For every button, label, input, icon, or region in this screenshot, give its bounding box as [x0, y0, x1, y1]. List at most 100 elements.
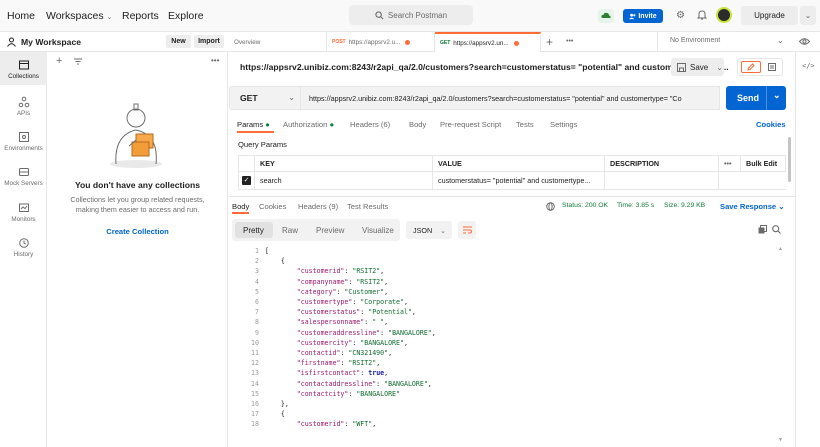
json-key: "category"	[296, 287, 337, 296]
tab-pre-request-script[interactable]: Pre-request Script	[440, 120, 501, 129]
upgrade-button[interactable]: Upgrade	[741, 6, 798, 25]
params-scrollbar[interactable]	[788, 137, 791, 182]
save-button[interactable]: Save ⌄	[671, 58, 724, 76]
monitors-icon	[18, 203, 29, 212]
more-options-icon[interactable]: •••	[211, 56, 219, 65]
line-number: 1	[255, 247, 259, 255]
param-value[interactable]: customerstatus= "potential" and customer…	[433, 172, 605, 190]
tab-post-request[interactable]: POST https://appsrv2.u...	[327, 32, 435, 52]
json-value: true	[368, 369, 385, 378]
add-user-icon	[629, 13, 636, 19]
wrap-lines-button[interactable]	[458, 221, 476, 239]
response-size: Size: 9.29 KB	[664, 202, 706, 209]
response-body-code[interactable]: 1 [2 {3 "customerid": "RSIT2", 4 "companyn…	[229, 246, 820, 447]
rail-item-environments[interactable]: Environments	[0, 131, 47, 152]
wrap-lines-icon	[462, 226, 472, 234]
search-icon[interactable]	[772, 225, 781, 234]
new-tab-icon[interactable]: +	[546, 35, 553, 49]
add-icon[interactable]: +	[56, 55, 62, 67]
request-title: https://appsrv2.unibiz.com:8243/r2api_qa…	[240, 62, 729, 72]
scroll-up-icon[interactable]: ▲	[778, 246, 784, 252]
invite-label: Invite	[638, 12, 657, 20]
send-chevron-icon: ⌄	[773, 90, 781, 100]
code-line: "contactcity": "BANGALORE"	[296, 389, 400, 398]
tab-body[interactable]: Body	[409, 120, 426, 129]
line-number: 15	[251, 389, 259, 398]
tab-get-request[interactable]: GET https://appsrv2.un...	[435, 32, 541, 52]
param-checkbox[interactable]: ✓	[238, 172, 255, 190]
tab-params[interactable]: Params ●	[237, 120, 270, 129]
search-placeholder: Search Postman	[387, 10, 448, 20]
cookies-link[interactable]: Cookies	[756, 120, 786, 129]
avatar[interactable]	[716, 7, 732, 23]
filter-icon[interactable]	[74, 58, 82, 65]
send-button[interactable]: Send ⌄	[726, 86, 786, 110]
table-header-more[interactable]: •••	[719, 155, 741, 172]
scroll-down-icon[interactable]: ▼	[778, 437, 784, 443]
upgrade-menu-chevron-icon[interactable]: ⌄	[800, 6, 816, 25]
mode-pretty[interactable]: Pretty	[243, 219, 264, 241]
tab-headers[interactable]: Headers (6)	[350, 120, 390, 129]
rail-item-monitors[interactable]: Monitors	[0, 202, 47, 223]
mode-preview[interactable]: Preview	[316, 219, 344, 241]
tabs-more-icon[interactable]: •••	[566, 38, 573, 45]
json-value: "BANGALORE"	[384, 379, 428, 388]
bulk-edit-button[interactable]: Bulk Edit	[741, 155, 786, 172]
tab-authorization[interactable]: Authorization ●	[283, 120, 334, 129]
mode-visualize[interactable]: Visualize	[362, 219, 394, 241]
save-response-button[interactable]: Save Response ⌄	[720, 202, 785, 211]
copy-icon[interactable]	[758, 225, 767, 234]
eye-icon[interactable]	[799, 37, 810, 46]
line-number: 8	[255, 318, 259, 327]
save-chevron-icon: ⌄	[716, 62, 723, 72]
rail-item-mock-servers[interactable]: Mock Servers	[0, 166, 47, 187]
rail-item-history[interactable]: History	[0, 237, 47, 258]
code-snippet-icon[interactable]: </>	[802, 62, 815, 70]
rail-label: Environments	[4, 145, 43, 152]
json-key: "customerid"	[296, 420, 345, 429]
json-key: "customercity"	[296, 338, 353, 347]
nav-workspaces[interactable]: Workspaces ⌄	[46, 10, 112, 22]
line-number: 7	[255, 308, 259, 317]
workspace-header: My Workspace New Import	[0, 32, 229, 52]
settings-icon[interactable]: ⚙	[676, 10, 685, 21]
nav-explore[interactable]: Explore	[168, 10, 204, 22]
rail-item-apis[interactable]: APIs	[0, 96, 47, 117]
line-number: 13	[251, 369, 259, 378]
invite-button[interactable]: Invite	[623, 9, 663, 23]
environments-icon	[18, 132, 29, 142]
rail-item-collections[interactable]: Collections	[0, 59, 47, 80]
method-select[interactable]: GET ⌄	[229, 86, 301, 110]
tab-response-cookies[interactable]: Cookies	[259, 202, 286, 211]
create-collection-link[interactable]: Create Collection	[47, 227, 228, 236]
search-input[interactable]: Search Postman	[349, 5, 473, 25]
url-input[interactable]: https://appsrv2.unibiz.com:8243/r2api_qa…	[301, 86, 720, 110]
apis-icon	[18, 96, 29, 108]
tab-response-headers[interactable]: Headers (9)	[298, 202, 338, 211]
json-key: "customeraddressline"	[296, 328, 381, 337]
tab-response-body[interactable]: Body	[232, 202, 249, 211]
json-key: "companyname"	[296, 277, 349, 286]
line-number: 10	[251, 338, 259, 347]
nav-home[interactable]: Home	[7, 10, 35, 22]
documentation-icon[interactable]	[763, 61, 781, 73]
edit-pencil-icon[interactable]	[741, 61, 761, 73]
tab-tests[interactable]: Tests	[516, 120, 534, 129]
environment-selector[interactable]: No Environment ⌄	[657, 32, 820, 52]
collections-icon	[18, 60, 29, 70]
param-key[interactable]: search	[255, 172, 433, 190]
sync-status-icon[interactable]	[598, 9, 614, 23]
nav-reports[interactable]: Reports	[122, 10, 159, 22]
tab-test-results[interactable]: Test Results	[347, 202, 388, 211]
bell-icon[interactable]	[697, 9, 707, 20]
new-button[interactable]: New	[166, 35, 191, 48]
history-icon	[18, 238, 29, 248]
import-button[interactable]: Import	[194, 35, 224, 48]
tab-settings[interactable]: Settings	[550, 120, 577, 129]
line-number: 14	[251, 379, 259, 388]
sidebar-panel: + ••• You don't have any collections Col…	[47, 52, 228, 447]
format-select[interactable]: JSON ⌄	[406, 221, 452, 239]
mode-raw[interactable]: Raw	[282, 219, 298, 241]
param-description[interactable]	[605, 172, 719, 190]
tab-overview[interactable]: Overview	[229, 32, 327, 52]
